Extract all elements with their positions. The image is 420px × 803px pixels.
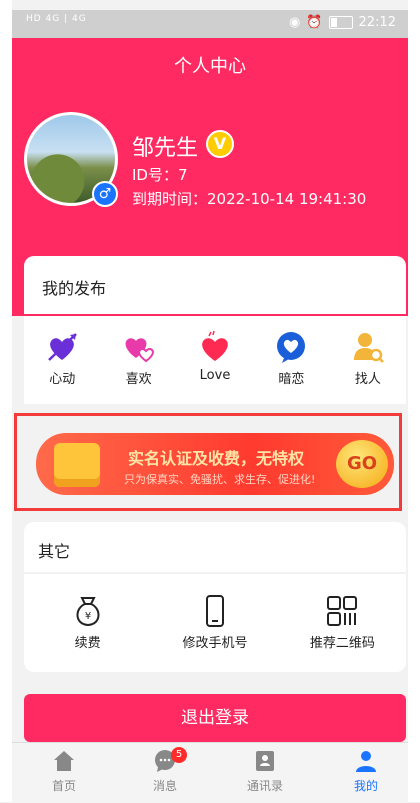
heart-arrow-icon (48, 333, 78, 361)
eye-icon: ◉ (289, 15, 301, 30)
post-item-heartbeat[interactable]: 心动 (24, 330, 100, 387)
post-item-like[interactable]: 喜欢 (100, 330, 176, 387)
post-item-label: 找人 (354, 372, 381, 387)
bottom-tab-bar: 首页 5 消息 通讯录 我的 (12, 742, 408, 803)
gift-box-icon (54, 443, 100, 487)
tab-mine[interactable]: 我的 (326, 747, 406, 794)
others-header: 其它 (24, 522, 406, 572)
tab-messages[interactable]: 5 消息 (125, 747, 205, 794)
contacts-icon (256, 751, 274, 771)
post-item-find-people[interactable]: 找人 (330, 330, 406, 387)
qrcode-icon (327, 596, 358, 626)
qrcode-item[interactable]: 推荐二维码 (279, 594, 406, 651)
battery-icon (328, 16, 353, 29)
right-frame (408, 0, 420, 802)
phone-icon (205, 595, 224, 627)
banner-title: 实名认证及收费，无特权 (128, 449, 305, 468)
money-bag-icon: ¥ (76, 597, 100, 627)
user-icon (356, 751, 376, 772)
others-grid: ¥ 续费 修改手机号 推荐二维码 (24, 574, 406, 672)
clock-time: 22:12 (358, 15, 396, 30)
others-item-label: 续费 (74, 636, 101, 651)
heart-bubble-icon (277, 332, 306, 363)
renew-item[interactable]: ¥ 续费 (24, 594, 151, 651)
tab-label: 首页 (51, 779, 76, 793)
my-posts-title: 我的发布 (42, 279, 107, 298)
expire-time: 到期时间：2022-10-14 19:41:30 (132, 190, 367, 208)
unread-badge: 5 (171, 747, 187, 763)
my-posts-grid: 心动 喜欢 Love 暗恋 找人 (24, 316, 406, 404)
page-title: 个人中心 (174, 56, 246, 77)
status-bar: HD 4G | 4G ◉ ⏰ 22:12 (12, 10, 408, 38)
status-icons: ◉ ⏰ 22:12 (289, 15, 396, 30)
post-item-label: 暗恋 (278, 372, 305, 387)
user-search-icon (353, 333, 384, 363)
banner-subtitle: 只为保真实、免骚扰、求生存、促进化! (124, 473, 316, 486)
post-item-crush[interactable]: 暗恋 (253, 330, 329, 387)
vip-badge-icon: V (206, 130, 234, 158)
user-id: ID号：7 (132, 166, 188, 184)
home-icon (54, 751, 74, 771)
user-name: 邹先生 (132, 136, 199, 161)
signal-indicator: HD 4G | 4G (26, 14, 87, 24)
alarm-icon: ⏰ (306, 15, 323, 30)
left-frame (0, 0, 12, 802)
post-item-love[interactable]: Love (177, 330, 253, 387)
my-posts-header: 我的发布 (24, 256, 406, 314)
svg-text:¥: ¥ (84, 611, 90, 622)
go-button[interactable]: GO (336, 440, 388, 488)
heart-icon (202, 330, 228, 361)
tab-label: 消息 (152, 779, 177, 793)
others-item-label: 推荐二维码 (309, 636, 375, 651)
logout-button[interactable]: 退出登录 (24, 694, 406, 742)
tab-contacts[interactable]: 通讯录 (225, 747, 305, 794)
change-phone-item[interactable]: 修改手机号 (151, 594, 278, 651)
tab-label: 通讯录 (246, 779, 283, 793)
others-item-label: 修改手机号 (182, 636, 248, 651)
others-title: 其它 (38, 542, 71, 561)
post-item-label: Love (199, 368, 231, 383)
post-item-label: 心动 (49, 372, 76, 387)
tab-label: 我的 (353, 779, 378, 793)
double-heart-icon (125, 338, 154, 363)
post-item-label: 喜欢 (125, 372, 152, 387)
verification-banner[interactable]: 实名认证及收费，无特权 只为保真实、免骚扰、求生存、促进化! GO (36, 433, 394, 495)
male-gender-icon: ♂ (92, 181, 118, 207)
tab-home[interactable]: 首页 (24, 747, 104, 794)
